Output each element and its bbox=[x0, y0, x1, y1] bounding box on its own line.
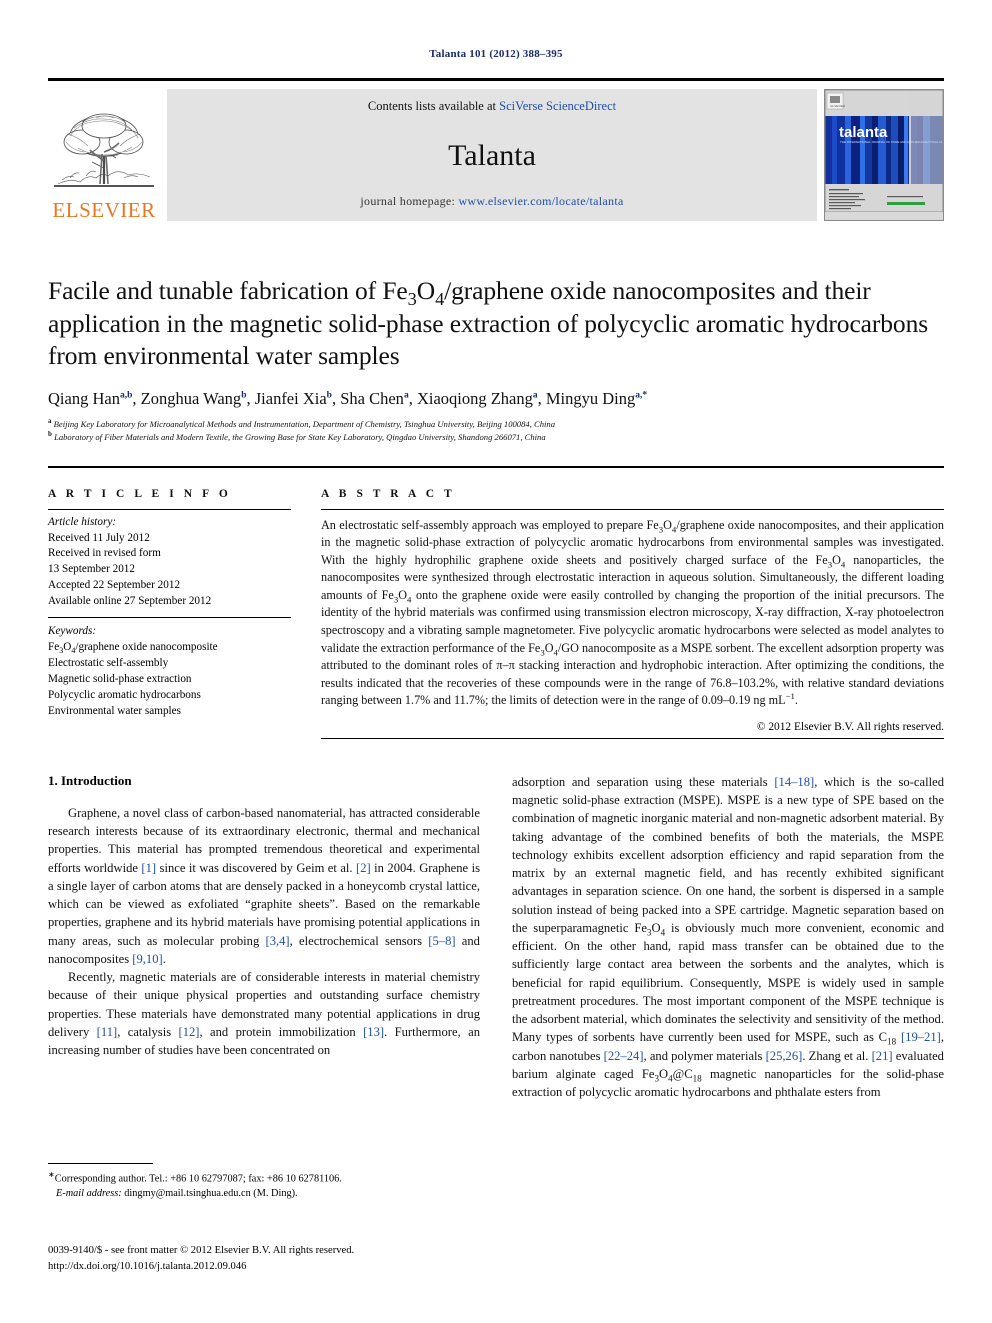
keyword-item: Electrostatic self-assembly bbox=[48, 656, 169, 669]
doi-link[interactable]: http://dx.doi.org/10.1016/j.talanta.2012… bbox=[48, 1259, 488, 1275]
history-item: Available online 27 September 2012 bbox=[48, 595, 212, 608]
homepage-prefix: journal homepage: bbox=[360, 194, 459, 208]
history-item: Received 11 July 2012 bbox=[48, 531, 150, 544]
abstract-text: An electrostatic self-assembly approach … bbox=[321, 517, 945, 708]
body-columns: 1. Introduction Graphene, a novel class … bbox=[48, 773, 944, 1102]
author-item[interactable]: Mingyu Dinga,* bbox=[546, 389, 647, 408]
title-block: Facile and tunable fabrication of Fe3O4/… bbox=[48, 275, 944, 444]
sciencedirect-link[interactable]: SciVerse ScienceDirect bbox=[499, 99, 616, 113]
citation-link[interactable]: [11] bbox=[97, 1025, 118, 1039]
keyword-item: Magnetic solid-phase extraction bbox=[48, 672, 192, 685]
history-item: Received in revised form bbox=[48, 547, 161, 560]
cover-artwork: ELSEVIER talanta THE INTERNATIONAL JOURN… bbox=[825, 90, 943, 213]
author-item[interactable]: Xiaoqiong Zhanga bbox=[417, 389, 538, 408]
corresponding-author-text: Corresponding author. Tel.: +86 10 62797… bbox=[54, 1173, 342, 1185]
page-title: Facile and tunable fabrication of Fe3O4/… bbox=[48, 276, 929, 371]
citation-link[interactable]: [13] bbox=[363, 1025, 384, 1039]
svg-text:talanta: talanta bbox=[839, 124, 888, 141]
citation-link[interactable]: [12] bbox=[179, 1025, 200, 1039]
article-history-block: Article history: Received 11 July 2012 R… bbox=[48, 510, 291, 610]
affiliation-item: b Laboratory of Fiber Materials and Mode… bbox=[48, 429, 546, 442]
author-item[interactable]: Qiang Hana,b bbox=[48, 389, 132, 408]
citation-link[interactable]: [22–24] bbox=[604, 1049, 644, 1063]
journal-band: Contents lists available at SciVerse Sci… bbox=[167, 89, 817, 221]
citation-link[interactable]: [19–21] bbox=[901, 1030, 941, 1044]
affiliation-item: a Beijing Key Laboratory for Microanalyt… bbox=[48, 417, 556, 429]
contents-prefix: Contents lists available at bbox=[367, 99, 500, 113]
author-list: Qiang Hana,b, Zonghua Wangb, Jianfei Xia… bbox=[48, 388, 648, 408]
journal-title: Talanta bbox=[448, 139, 536, 172]
citation-link[interactable]: [14–18] bbox=[774, 775, 814, 789]
author-item[interactable]: Zonghua Wangb bbox=[141, 389, 247, 408]
article-history-label: Article history: bbox=[48, 515, 117, 528]
imprint-block: 0039-9140/$ - see front matter © 2012 El… bbox=[48, 1243, 488, 1275]
journal-cover-thumbnail: ELSEVIER talanta THE INTERNATIONAL JOURN… bbox=[824, 89, 944, 221]
corresponding-author-note: ∗Corresponding author. Tel.: +86 10 6279… bbox=[48, 1169, 472, 1201]
citation-link[interactable]: [2] bbox=[356, 861, 371, 875]
affiliation-text: Beijing Key Laboratory for Microanalytic… bbox=[53, 418, 556, 429]
article-page: Talanta 101 (2012) 388–395 ELSEVIER Cont… bbox=[0, 0, 992, 1323]
citation-link[interactable]: [5–8] bbox=[428, 934, 455, 948]
keyword-item: Fe3O4/graphene oxide nanocomposite bbox=[48, 641, 218, 656]
issn-copyright-line: 0039-9140/$ - see front matter © 2012 El… bbox=[48, 1245, 355, 1256]
body-column-right: adsorption and separation using these ma… bbox=[512, 773, 944, 1102]
author-item[interactable]: Sha Chena bbox=[340, 389, 408, 408]
abstract-heading: A B S T R A C T bbox=[321, 487, 456, 500]
citation-link[interactable]: [9,10] bbox=[132, 952, 162, 966]
svg-text:THE INTERNATIONAL JOURNAL OF P: THE INTERNATIONAL JOURNAL OF PURE AND AP… bbox=[840, 140, 943, 144]
citation-link[interactable]: [1] bbox=[141, 861, 156, 875]
paragraph: adsorption and separation using these ma… bbox=[512, 774, 945, 1100]
contents-available-line: Contents lists available at SciVerse Sci… bbox=[368, 99, 616, 114]
article-info-heading: A R T I C L E I N F O bbox=[48, 487, 232, 500]
elsevier-wordmark: ELSEVIER bbox=[52, 198, 156, 222]
svg-text:ELSEVIER: ELSEVIER bbox=[831, 104, 847, 108]
footnote-block: ∗Corresponding author. Tel.: +86 10 6279… bbox=[48, 1163, 472, 1201]
paragraph: Graphene, a novel class of carbon-based … bbox=[48, 805, 480, 966]
elsevier-tree-icon bbox=[54, 113, 154, 187]
info-abstract-section: A R T I C L E I N F O Article history: R… bbox=[48, 465, 944, 739]
affiliation-text: Laboratory of Fiber Materials and Modern… bbox=[54, 431, 546, 442]
body-column-left: 1. Introduction Graphene, a novel class … bbox=[48, 773, 480, 1102]
author-item[interactable]: Jianfei Xiab bbox=[255, 389, 332, 408]
homepage-url-link[interactable]: www.elsevier.com/locate/talanta bbox=[458, 194, 623, 208]
divider bbox=[321, 737, 944, 739]
keywords-block: Keywords: Fe3O4/graphene oxide nanocompo… bbox=[48, 618, 291, 719]
history-item: Accepted 22 September 2012 bbox=[48, 579, 181, 592]
history-item: 13 September 2012 bbox=[48, 563, 135, 576]
email-label: E-mail address: bbox=[56, 1188, 122, 1200]
running-head: Talanta 101 (2012) 388–395 bbox=[429, 48, 563, 60]
keywords-label: Keywords: bbox=[48, 625, 97, 638]
citation-link[interactable]: [3,4] bbox=[266, 934, 290, 948]
abstract-copyright: © 2012 Elsevier B.V. All rights reserved… bbox=[756, 720, 944, 733]
section-heading-introduction: 1. Introduction bbox=[48, 772, 132, 788]
citation-link[interactable]: [21] bbox=[872, 1049, 893, 1063]
divider bbox=[48, 1163, 153, 1164]
keyword-item: Polycyclic aromatic hydrocarbons bbox=[48, 688, 201, 701]
elsevier-logo: ELSEVIER bbox=[48, 89, 160, 221]
paragraph: Recently, magnetic materials are of cons… bbox=[48, 970, 481, 1058]
affiliation-list: a Beijing Key Laboratory for Microanalyt… bbox=[48, 418, 944, 444]
abstract-column: A B S T R A C T An electrostatic self-as… bbox=[321, 488, 944, 739]
keyword-item: Environmental water samples bbox=[48, 704, 181, 717]
journal-homepage-line: journal homepage: www.elsevier.com/locat… bbox=[360, 194, 623, 209]
journal-masthead: ELSEVIER Contents lists available at Sci… bbox=[48, 78, 944, 221]
article-info-column: A R T I C L E I N F O Article history: R… bbox=[48, 488, 291, 739]
citation-link[interactable]: [25,26] bbox=[766, 1049, 803, 1063]
email-link[interactable]: dingmy@mail.tsinghua.edu.cn (M. Ding). bbox=[124, 1188, 297, 1199]
asterisk-icon: ∗ bbox=[48, 1170, 55, 1179]
